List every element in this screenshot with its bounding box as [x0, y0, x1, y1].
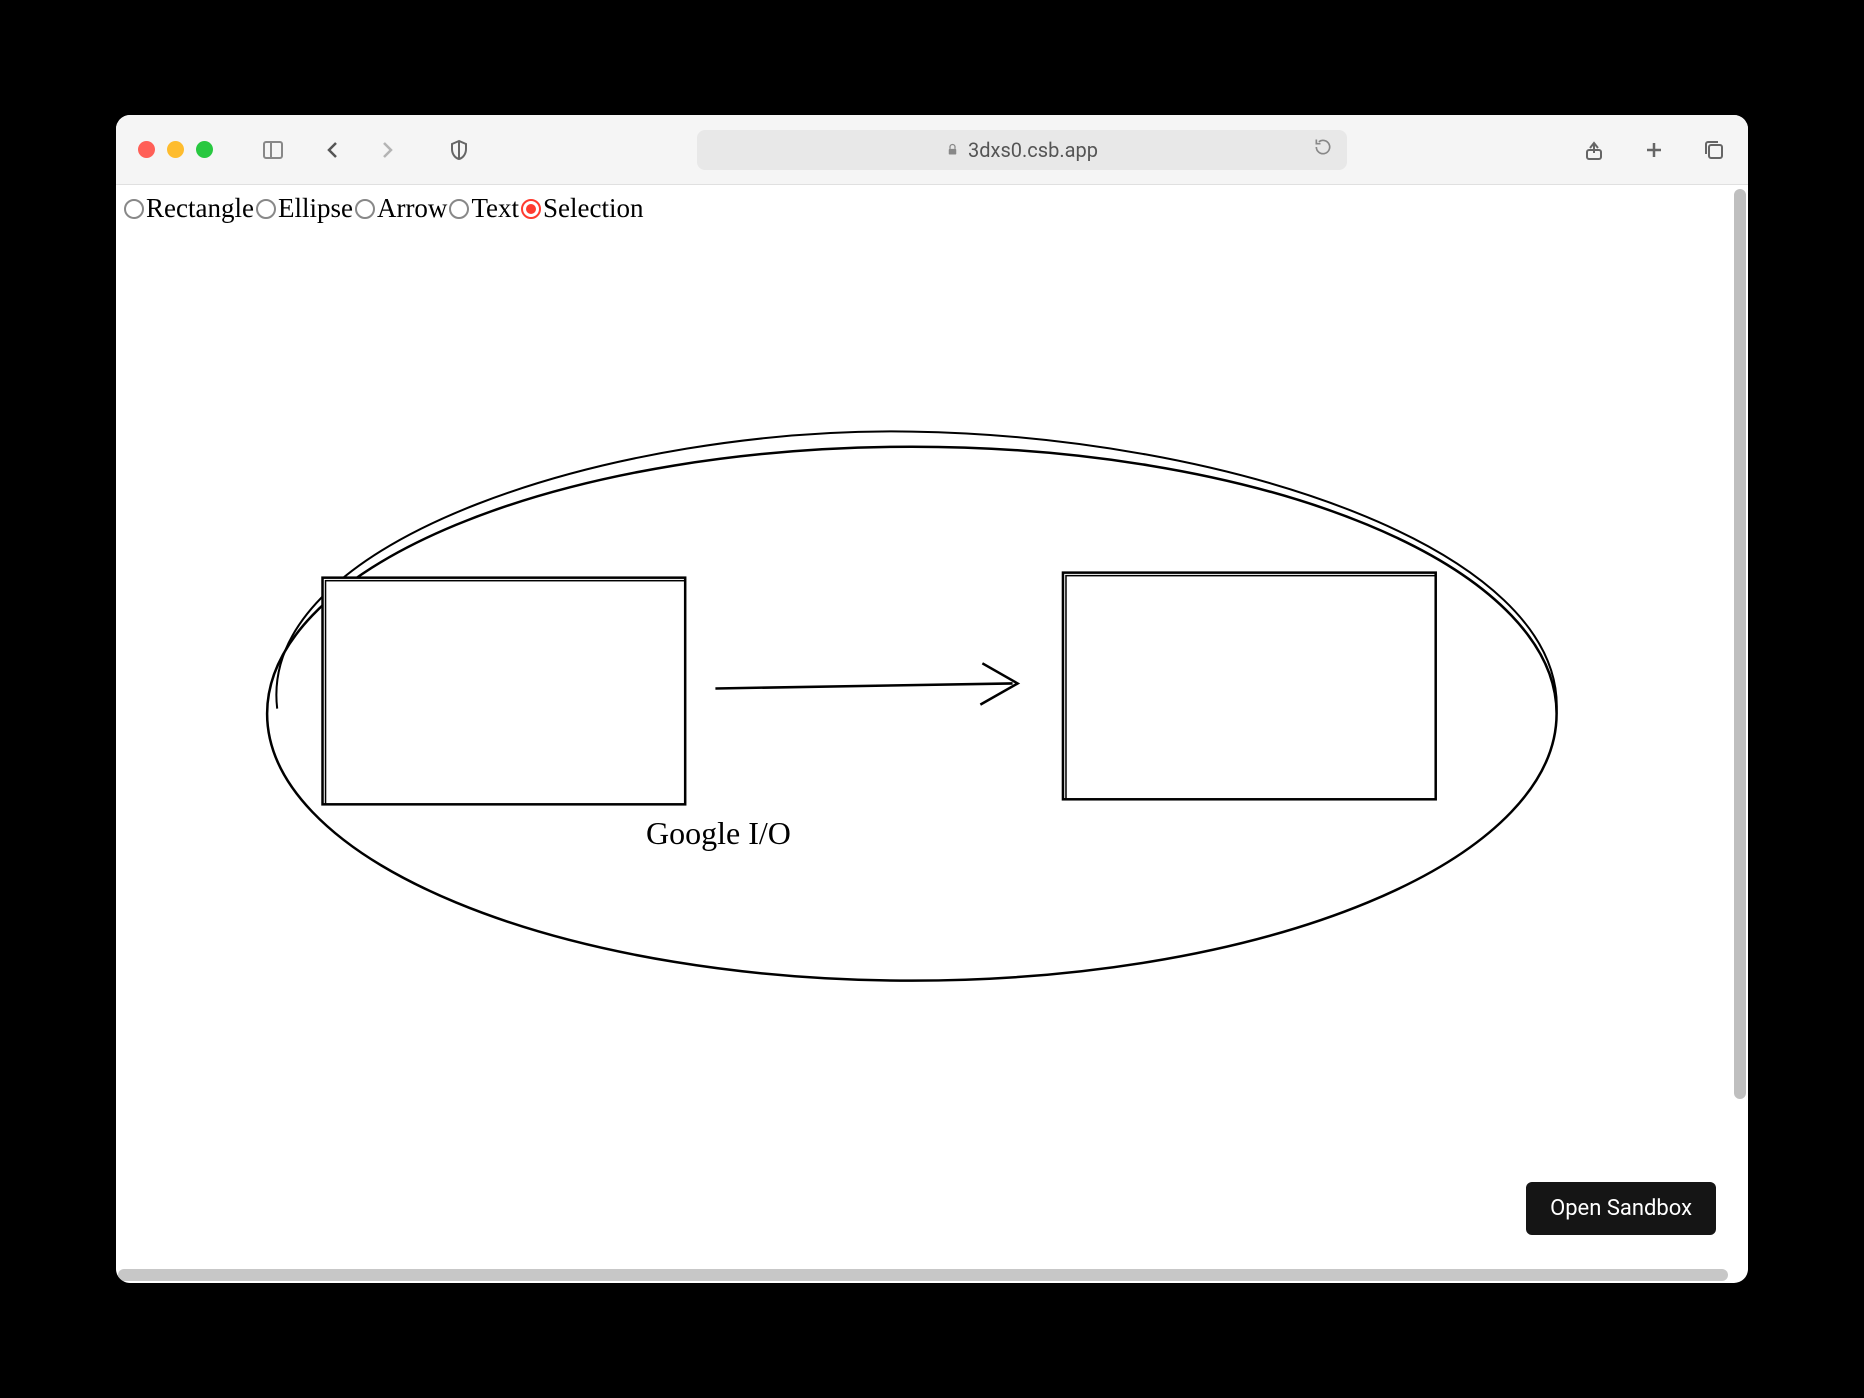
tool-label: Selection [543, 193, 643, 224]
tool-label: Ellipse [278, 193, 353, 224]
open-sandbox-button[interactable]: Open Sandbox [1526, 1182, 1716, 1235]
reload-icon[interactable] [1313, 137, 1333, 162]
close-window-icon[interactable] [138, 141, 155, 158]
minimize-window-icon[interactable] [167, 141, 184, 158]
traffic-lights [138, 141, 213, 158]
new-tab-icon[interactable] [1642, 138, 1666, 162]
page-content: Rectangle Ellipse Arrow Text Selection [116, 185, 1748, 1283]
drawing-canvas[interactable]: Google I/O [116, 235, 1748, 1283]
radio-icon [521, 199, 541, 219]
share-icon[interactable] [1582, 138, 1606, 162]
address-bar[interactable]: 3dxs0.csb.app [697, 130, 1347, 170]
back-icon[interactable] [321, 138, 345, 162]
sidebar-toggle-icon[interactable] [261, 138, 285, 162]
tool-selector: Rectangle Ellipse Arrow Text Selection [116, 185, 1748, 232]
shield-icon[interactable] [447, 138, 471, 162]
maximize-window-icon[interactable] [196, 141, 213, 158]
forward-icon[interactable] [375, 138, 399, 162]
tool-rectangle[interactable]: Rectangle [124, 193, 254, 224]
url-text: 3dxs0.csb.app [968, 138, 1098, 162]
tabs-icon[interactable] [1702, 138, 1726, 162]
nav-arrows [321, 138, 399, 162]
open-sandbox-label: Open Sandbox [1550, 1196, 1692, 1221]
tool-ellipse[interactable]: Ellipse [256, 193, 353, 224]
radio-icon [355, 199, 375, 219]
horizontal-scrollbar[interactable] [118, 1269, 1728, 1281]
tool-label: Arrow [377, 193, 447, 224]
radio-icon [256, 199, 276, 219]
lock-icon [945, 142, 960, 157]
titlebar: 3dxs0.csb.app [116, 115, 1748, 185]
tool-selection[interactable]: Selection [521, 193, 643, 224]
radio-icon [449, 199, 469, 219]
browser-window: 3dxs0.csb.app [116, 115, 1748, 1283]
tool-label: Text [471, 193, 519, 224]
tool-text[interactable]: Text [449, 193, 519, 224]
tool-label: Rectangle [146, 193, 254, 224]
vertical-scrollbar[interactable] [1734, 189, 1746, 1099]
tool-arrow[interactable]: Arrow [355, 193, 447, 224]
right-icons [1582, 138, 1726, 162]
radio-icon [124, 199, 144, 219]
canvas-text[interactable]: Google I/O [646, 815, 791, 852]
